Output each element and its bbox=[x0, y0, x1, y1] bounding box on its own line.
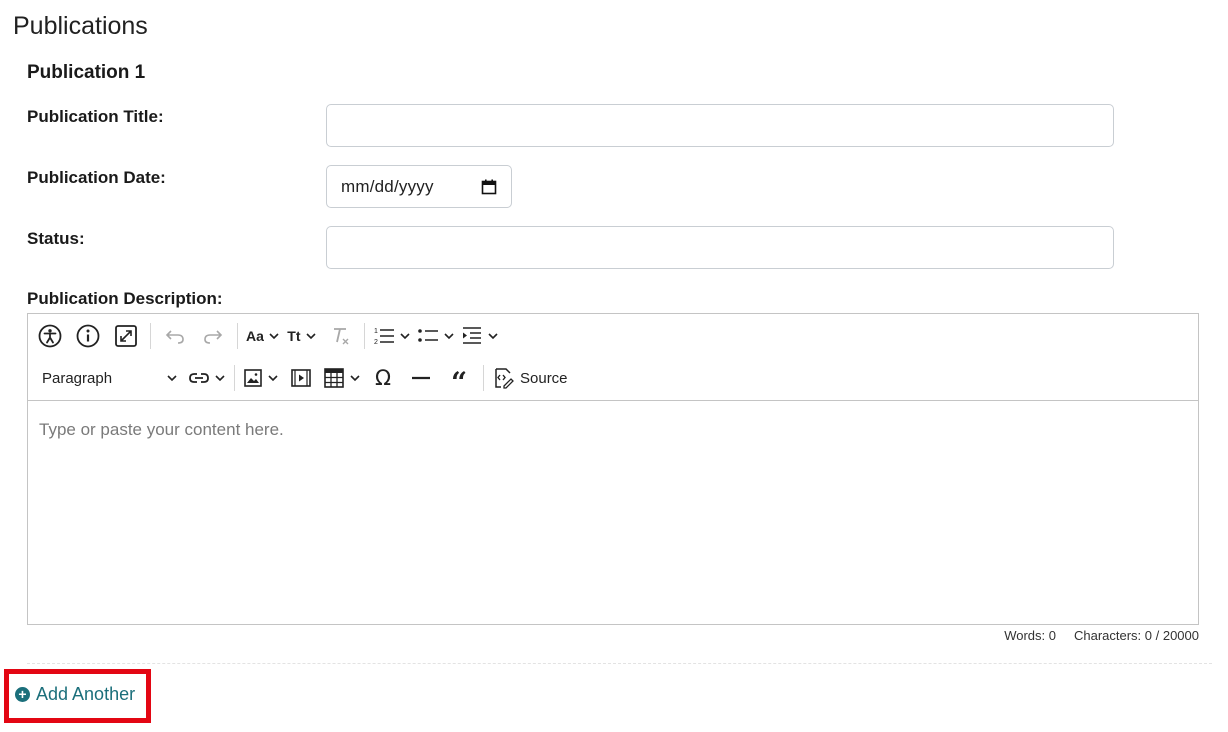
info-icon[interactable] bbox=[72, 320, 104, 352]
section-title: Publications bbox=[13, 12, 148, 40]
words-count: Words: 0 bbox=[1004, 628, 1056, 643]
special-characters-icon[interactable]: Ω bbox=[367, 362, 399, 394]
redo-icon[interactable] bbox=[197, 320, 229, 352]
font-size-icon[interactable]: Tt bbox=[286, 320, 318, 352]
paragraph-format-label: Paragraph bbox=[42, 369, 113, 387]
editor-toolbar: Aa Tt 12 Paragraph Ω “ Source bbox=[28, 314, 1198, 401]
toolbar-separator bbox=[483, 365, 484, 391]
toolbar-separator bbox=[234, 365, 235, 391]
characters-count: Characters: 0 / 20000 bbox=[1073, 628, 1199, 643]
indent-icon[interactable] bbox=[461, 320, 499, 352]
table-icon[interactable] bbox=[323, 362, 361, 394]
source-label: Source bbox=[520, 369, 568, 387]
editor-placeholder: Type or paste your content here. bbox=[39, 420, 284, 439]
toolbar-separator bbox=[237, 323, 238, 349]
toolbar-separator bbox=[363, 323, 365, 349]
rich-text-editor: Aa Tt 12 Paragraph Ω “ Source Type or pa… bbox=[27, 313, 1199, 625]
editor-content-area[interactable]: Type or paste your content here. bbox=[28, 402, 1198, 624]
chevron-down-icon bbox=[167, 375, 177, 382]
accessibility-icon[interactable] bbox=[34, 320, 66, 352]
publication-title-input[interactable] bbox=[326, 104, 1114, 147]
add-another-button[interactable]: + Add Another bbox=[15, 684, 135, 705]
source-icon bbox=[495, 368, 514, 389]
horizontal-line-icon[interactable] bbox=[405, 362, 437, 394]
section-divider bbox=[27, 663, 1212, 664]
remove-format-icon[interactable] bbox=[324, 320, 356, 352]
publication-description-label: Publication Description: bbox=[27, 289, 223, 308]
publication-heading: Publication 1 bbox=[27, 62, 146, 83]
media-embed-icon[interactable] bbox=[285, 362, 317, 394]
plus-circle-icon: + bbox=[15, 687, 30, 702]
fullscreen-icon[interactable] bbox=[110, 320, 142, 352]
bulleted-list-icon[interactable] bbox=[417, 320, 455, 352]
paragraph-format-select[interactable]: Paragraph bbox=[34, 362, 184, 394]
status-input[interactable] bbox=[326, 226, 1114, 269]
image-icon[interactable] bbox=[243, 362, 279, 394]
publication-date-input[interactable]: mm/dd/yyyy bbox=[326, 165, 512, 208]
svg-text:2: 2 bbox=[374, 339, 378, 346]
toolbar-row-2: Paragraph Ω “ Source bbox=[34, 361, 574, 397]
toolbar-row-1: Aa Tt 12 bbox=[34, 319, 505, 353]
undo-icon[interactable] bbox=[159, 320, 191, 352]
status-label: Status: bbox=[27, 229, 85, 248]
date-placeholder: mm/dd/yyyy bbox=[341, 176, 434, 196]
link-icon[interactable] bbox=[188, 362, 226, 394]
add-another-label: Add Another bbox=[36, 684, 136, 704]
publication-title-label: Publication Title: bbox=[27, 107, 164, 126]
source-button[interactable]: Source bbox=[492, 362, 568, 394]
highlight-box: + Add Another bbox=[4, 669, 151, 723]
calendar-icon[interactable] bbox=[481, 179, 497, 195]
font-family-icon[interactable]: Aa bbox=[246, 320, 280, 352]
svg-text:1: 1 bbox=[374, 328, 378, 335]
publication-date-label: Publication Date: bbox=[27, 168, 166, 187]
numbered-list-icon[interactable]: 12 bbox=[373, 320, 411, 352]
block-quote-icon[interactable]: “ bbox=[443, 362, 475, 397]
toolbar-separator bbox=[150, 323, 151, 349]
word-count-bar: Words: 0 Characters: 0 / 20000 bbox=[1004, 628, 1199, 643]
